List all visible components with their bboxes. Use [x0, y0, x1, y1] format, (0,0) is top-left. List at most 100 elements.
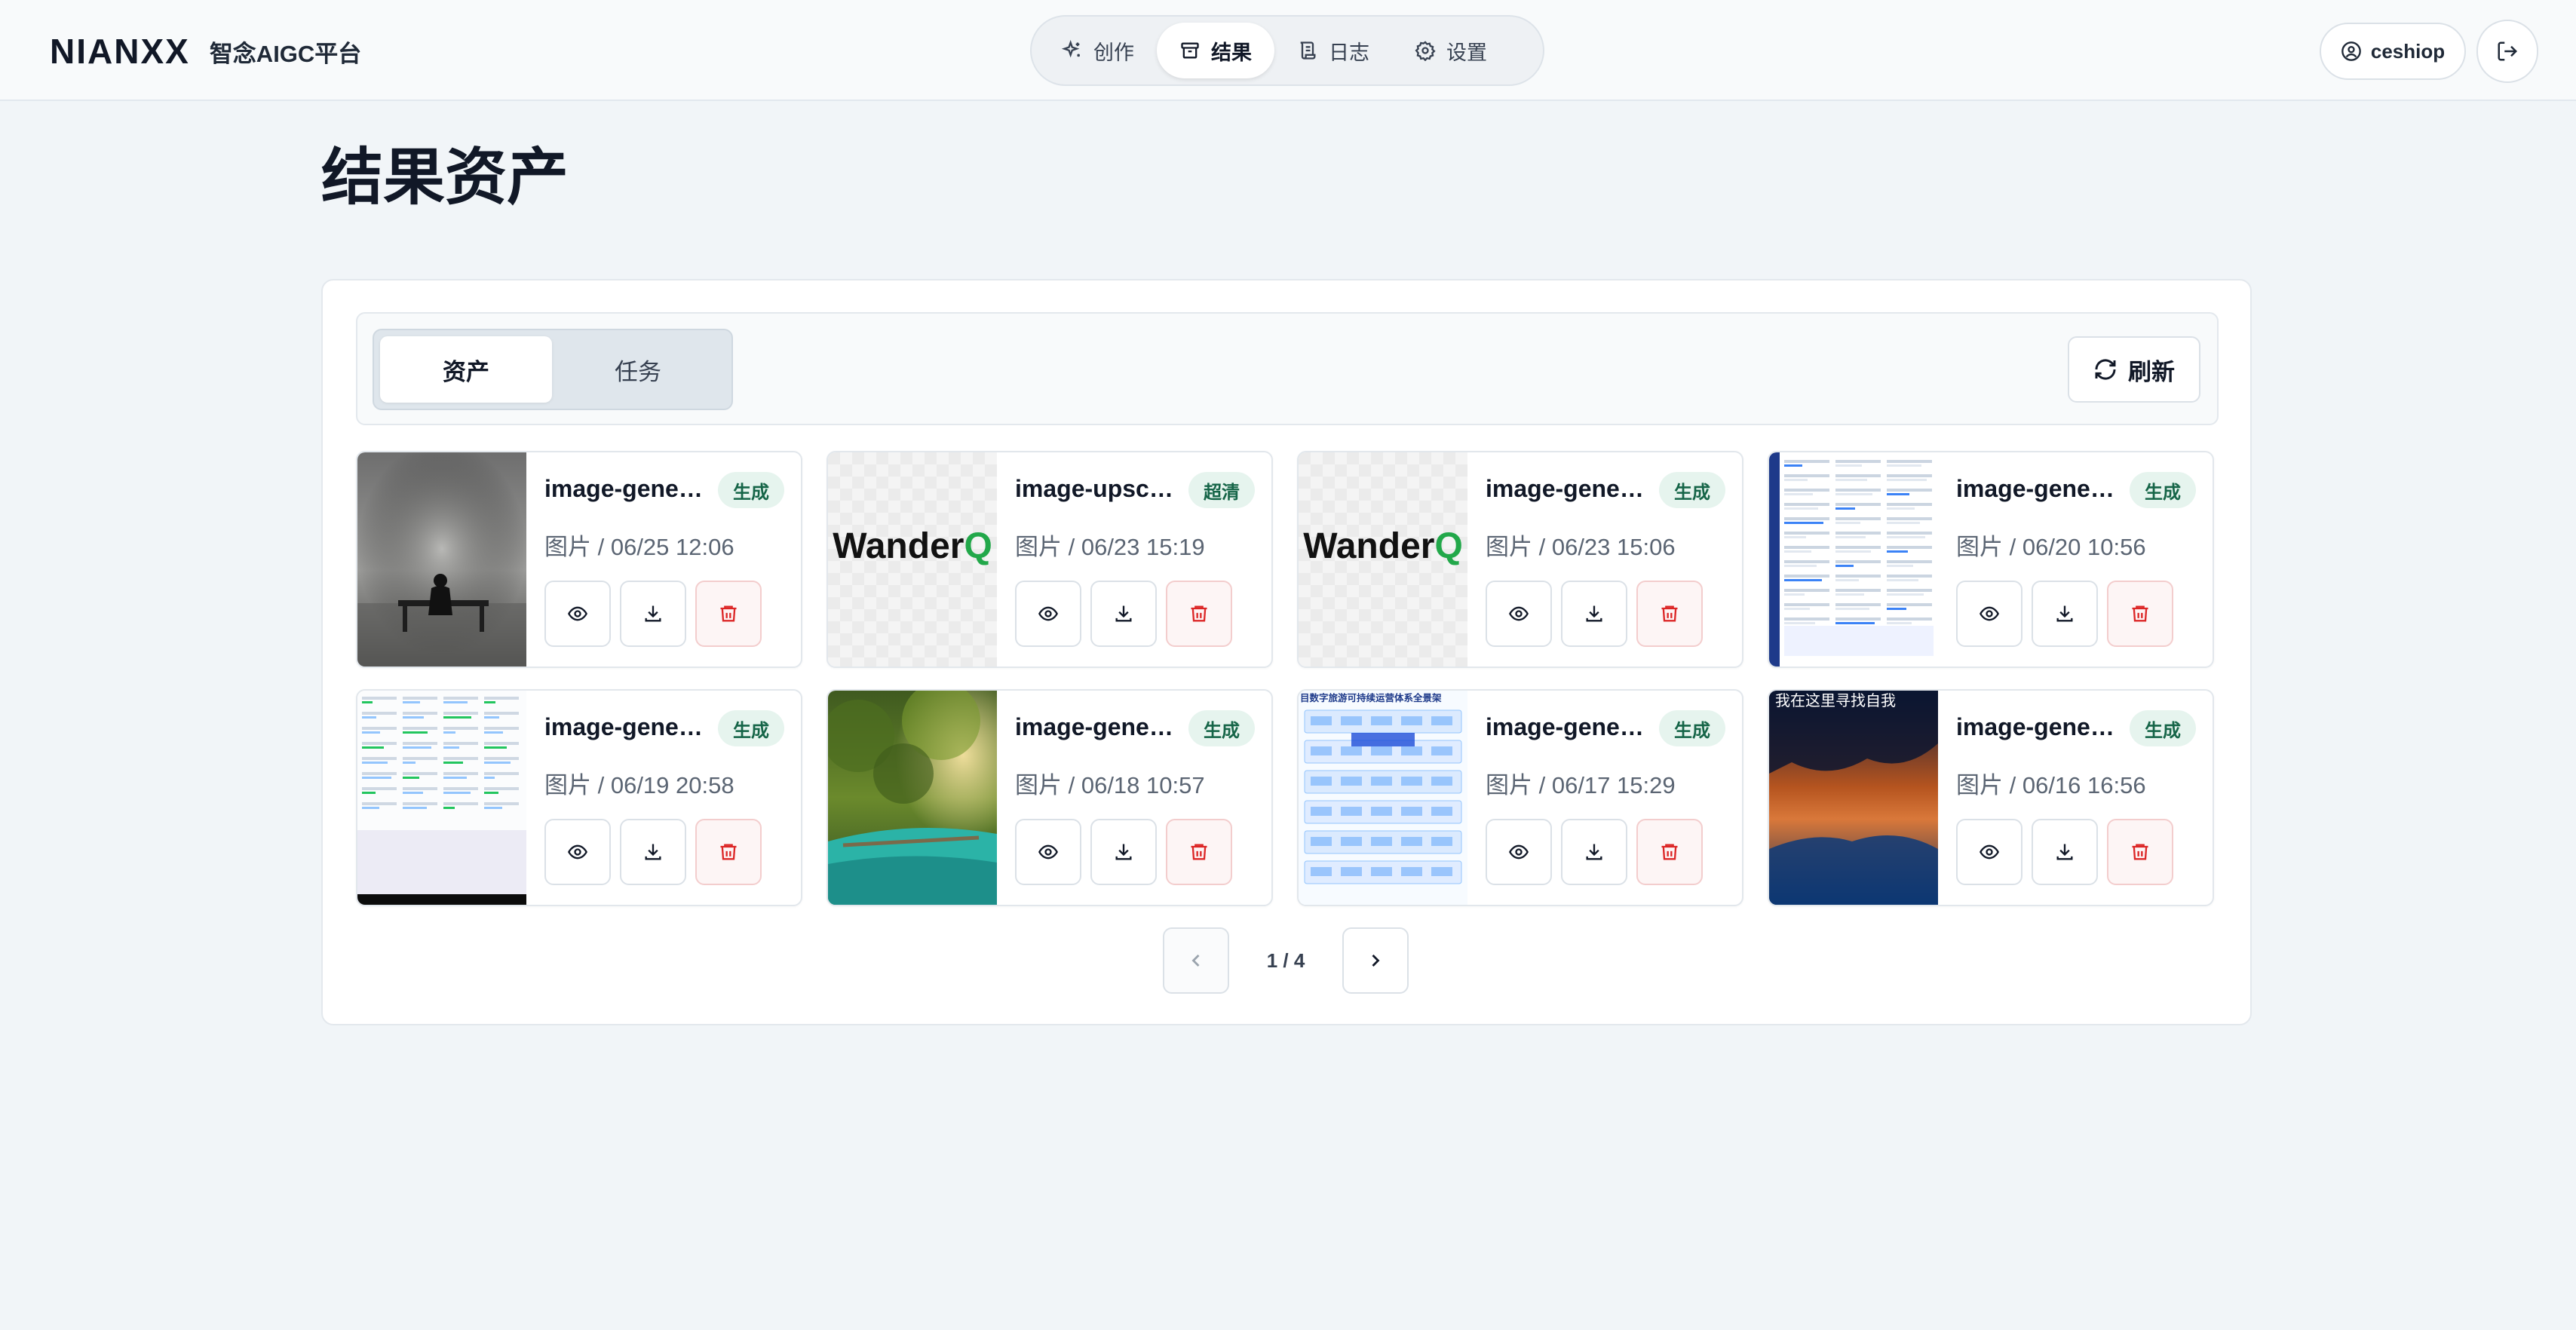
scroll-icon: [1300, 41, 1316, 60]
thumbnail-image: WanderQ: [1299, 452, 1467, 667]
status-badge: 生成: [1659, 710, 1725, 746]
asset-card[interactable]: image-generation 生成图片 / 06/18 10:57: [826, 689, 1273, 906]
asset-title: image-generation: [1956, 713, 2116, 740]
asset-actions: [1486, 819, 1703, 885]
download-button[interactable]: [620, 581, 686, 647]
download-button[interactable]: [2032, 581, 2098, 647]
asset-actions: [544, 819, 762, 885]
asset-title: image-generation: [1015, 713, 1175, 740]
status-badge: 超清: [1188, 472, 1255, 508]
download-button[interactable]: [2032, 819, 2098, 885]
status-badge: 生成: [718, 710, 784, 746]
asset-card[interactable]: WanderQ image-upscale 超清 图片 / 06/23 15:19: [826, 451, 1273, 668]
logout-icon: [2498, 41, 2518, 61]
refresh-label: 刷新: [2128, 358, 2175, 385]
trash-icon: [2132, 605, 2148, 622]
asset-thumbnail[interactable]: [1769, 452, 1938, 667]
download-icon: [2056, 844, 2073, 860]
user-circle-icon: [2341, 41, 2361, 61]
thumbnail-image: [1769, 452, 1938, 667]
asset-card[interactable]: 目数字旅游可持续运营体系全景架 image-generation 生成图片 / 06…: [1297, 689, 1743, 906]
brand[interactable]: NIANXX 智念AIGC平台: [50, 33, 361, 69]
delete-button[interactable]: [695, 819, 762, 885]
sparkles-icon: [1062, 40, 1080, 58]
asset-thumbnail[interactable]: 我在这里寻找自我: [1769, 691, 1938, 905]
delete-button[interactable]: [2107, 581, 2173, 647]
trash-icon: [1191, 605, 1207, 622]
logout-button[interactable]: [2476, 20, 2538, 83]
asset-thumbnail[interactable]: WanderQ: [828, 452, 997, 667]
eye-icon: [1980, 606, 1999, 621]
eye-icon: [1509, 844, 1529, 860]
download-icon: [645, 605, 661, 622]
preview-button[interactable]: [1956, 581, 2022, 647]
thumbnail-image: 我在这里寻找自我: [1769, 691, 1938, 905]
download-icon: [645, 844, 661, 860]
delete-button[interactable]: [1636, 819, 1703, 885]
asset-card[interactable]: 我在这里寻找自我 image-generation 生成图片 / 06/16 16:…: [1768, 689, 2214, 906]
download-button[interactable]: [620, 819, 686, 885]
eye-icon: [1038, 844, 1058, 860]
asset-thumbnail[interactable]: [357, 452, 526, 667]
preview-button[interactable]: [544, 819, 611, 885]
nav-item-logs[interactable]: 日志: [1274, 23, 1392, 78]
status-badge: 生成: [1659, 472, 1725, 508]
cave-caption-text: 我在这里寻找自我: [1775, 691, 1896, 709]
download-button[interactable]: [1561, 819, 1627, 885]
tab-tasks[interactable]: 任务: [552, 336, 724, 403]
nav-item-label: 创作: [1093, 41, 1134, 64]
user-menu-button[interactable]: ceshiop: [2320, 23, 2466, 80]
preview-button[interactable]: [1015, 819, 1081, 885]
nav-item-label: 日志: [1329, 41, 1369, 64]
thumbnail-image: 目数字旅游可持续运营体系全景架: [1299, 691, 1467, 905]
eye-icon: [568, 844, 587, 860]
view-tabs: 资产 任务: [373, 329, 733, 410]
trash-icon: [720, 844, 737, 860]
asset-thumbnail[interactable]: [357, 691, 526, 905]
preview-button[interactable]: [1486, 819, 1552, 885]
chevron-left-icon: [1191, 955, 1200, 967]
asset-title: image-generation: [1486, 713, 1645, 740]
delete-button[interactable]: [2107, 819, 2173, 885]
asset-card[interactable]: image-generation 生成图片 / 06/20 10:56: [1768, 451, 2214, 668]
download-button[interactable]: [1561, 581, 1627, 647]
diagram-title-text: 目数字旅游可持续运营体系全景架: [1300, 692, 1442, 703]
asset-thumbnail[interactable]: [828, 691, 997, 905]
trash-icon: [1191, 844, 1207, 860]
download-button[interactable]: [1090, 581, 1157, 647]
refresh-icon: [2095, 359, 2116, 380]
asset-title: image-generation: [544, 475, 704, 502]
next-page-button[interactable]: [1342, 927, 1409, 994]
nav-item-results[interactable]: 结果: [1157, 23, 1274, 78]
thumbnail-image: WanderQ: [828, 452, 997, 667]
refresh-button[interactable]: 刷新: [2068, 336, 2200, 403]
download-icon: [1586, 605, 1602, 622]
nav-item-settings[interactable]: 设置: [1392, 23, 1510, 78]
delete-button[interactable]: [1166, 581, 1232, 647]
preview-button[interactable]: [1015, 581, 1081, 647]
asset-title: image-generation: [544, 713, 704, 740]
prev-page-button[interactable]: [1163, 927, 1229, 994]
preview-button[interactable]: [1956, 819, 2022, 885]
asset-thumbnail[interactable]: WanderQ: [1299, 452, 1467, 667]
asset-actions: [544, 581, 762, 647]
asset-meta: 图片 / 06/17 15:29: [1486, 772, 1676, 798]
asset-title: image-upscale: [1015, 475, 1175, 502]
asset-meta: 图片 / 06/18 10:57: [1015, 772, 1205, 798]
status-badge: 生成: [2130, 472, 2196, 508]
preview-button[interactable]: [1486, 581, 1552, 647]
delete-button[interactable]: [1636, 581, 1703, 647]
asset-thumbnail[interactable]: 目数字旅游可持续运营体系全景架: [1299, 691, 1467, 905]
delete-button[interactable]: [695, 581, 762, 647]
asset-card[interactable]: image-generation 生成图片 / 06/19 20:58: [356, 689, 802, 906]
asset-card[interactable]: WanderQ image-generation 生成图片 / 06/23 15:0…: [1297, 451, 1743, 668]
asset-actions: [1956, 581, 2173, 647]
preview-button[interactable]: [544, 581, 611, 647]
tab-assets[interactable]: 资产: [380, 336, 552, 403]
asset-card[interactable]: image-generation 生成图片 / 06/25 12:06: [356, 451, 802, 668]
download-button[interactable]: [1090, 819, 1157, 885]
nav-item-create[interactable]: 创作: [1039, 23, 1157, 78]
delete-button[interactable]: [1166, 819, 1232, 885]
asset-actions: [1015, 581, 1232, 647]
trash-icon: [2132, 844, 2148, 860]
